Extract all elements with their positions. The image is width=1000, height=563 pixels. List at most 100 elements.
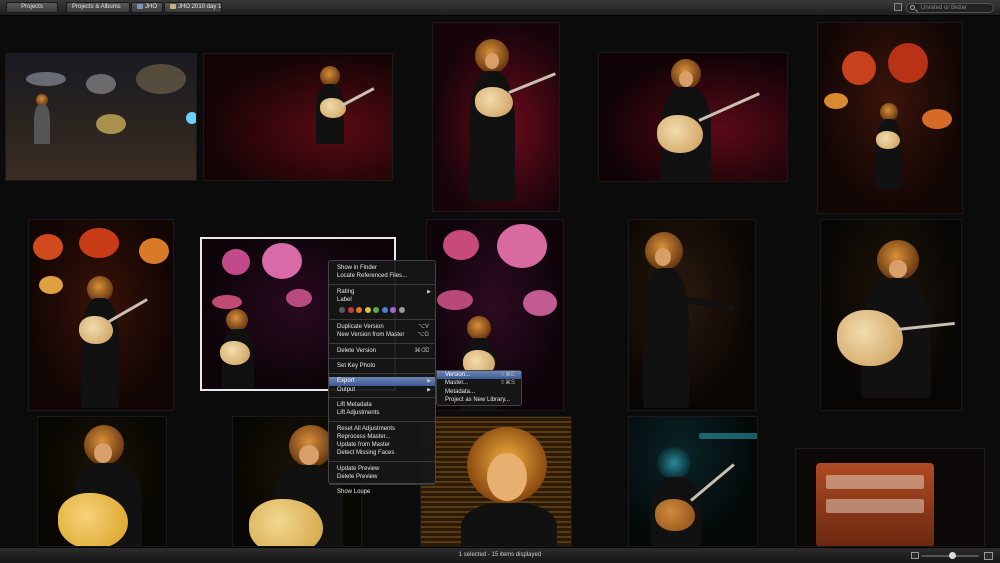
- menu-separator: [329, 319, 435, 321]
- photo-thumbnail[interactable]: [28, 219, 174, 411]
- menu-separator: [329, 358, 435, 360]
- menu-item-label: Set Key Photo: [337, 363, 376, 370]
- menu-item-new-version[interactable]: New Version from Master ⌥G: [329, 331, 435, 339]
- label-color-yellow[interactable]: [364, 307, 371, 314]
- menu-separator: [329, 484, 435, 486]
- submenu-item-metadata[interactable]: Metadata...: [437, 388, 521, 396]
- menu-item-label: Detect Missing Faces: [337, 450, 395, 457]
- label-color-picker: [329, 304, 435, 316]
- zoom-slider-knob[interactable]: [949, 552, 957, 559]
- search-icon: [910, 5, 915, 10]
- context-menu: Show in Finder Locate Referenced Files..…: [328, 260, 436, 495]
- breadcrumb-label: JHO: [145, 4, 157, 10]
- menu-item-update-preview[interactable]: Update Preview: [329, 465, 435, 473]
- photo-thumbnail[interactable]: [628, 219, 756, 411]
- status-bar: 1 selected - 15 items displayed: [0, 547, 1000, 563]
- view-toggle-icon[interactable]: [894, 3, 902, 11]
- submenu-arrow-icon: ▶: [427, 386, 431, 393]
- menu-item-detect-faces[interactable]: Detect Missing Faces: [329, 449, 435, 457]
- menu-item-label: Version...: [445, 372, 471, 378]
- label-color-red[interactable]: [347, 307, 354, 314]
- menu-shortcut: ⌥V: [418, 324, 429, 331]
- menu-item-label: Update from Master: [337, 442, 391, 449]
- menu-separator: [329, 373, 435, 375]
- breadcrumb-label: Projects: [21, 4, 43, 10]
- menu-item-delete-version[interactable]: Delete Version ⌘⌫: [329, 347, 435, 355]
- menu-item-label: Export: [337, 378, 355, 385]
- menu-item-label: Project as New Library...: [445, 396, 510, 403]
- menu-shortcut: ⇧⌘S: [499, 380, 515, 387]
- status-text: 1 selected - 15 items displayed: [458, 552, 542, 558]
- toolbar: Projects Projects & Albums JHO JHO 2010 …: [0, 0, 1000, 16]
- menu-item-duplicate-version[interactable]: Duplicate Version ⌥V: [329, 323, 435, 331]
- menu-item-label: Duplicate Version: [337, 324, 384, 331]
- submenu-arrow-icon: ▶: [427, 288, 431, 295]
- photo-thumbnail[interactable]: [203, 53, 393, 181]
- breadcrumb-projects[interactable]: Projects: [6, 2, 58, 13]
- label-color-orange[interactable]: [356, 307, 362, 314]
- folder-icon: [137, 4, 143, 9]
- menu-item-rating[interactable]: Rating ▶: [329, 288, 435, 296]
- menu-item-show-loupe[interactable]: Show Loupe: [329, 488, 435, 496]
- menu-item-lift-adjustments[interactable]: Lift Adjustments: [329, 409, 435, 417]
- menu-separator: [329, 460, 435, 462]
- photo-thumbnail[interactable]: [795, 448, 985, 547]
- breadcrumb-folder[interactable]: JHO: [131, 2, 163, 13]
- menu-separator: [329, 396, 435, 398]
- menu-item-label: Metadata...: [445, 388, 476, 395]
- menu-item-label: Lift Metadata: [337, 401, 372, 408]
- search-input[interactable]: Unrated or Better: [906, 3, 994, 13]
- menu-item-label: Delete Version: [337, 347, 377, 354]
- submenu-item-master[interactable]: Master... ⇧⌘S: [437, 379, 521, 387]
- menu-item-lift-metadata[interactable]: Lift Metadata: [329, 401, 435, 409]
- photo-thumbnail[interactable]: [5, 53, 197, 181]
- menu-item-reset-adjustments[interactable]: Reset All Adjustments: [329, 425, 435, 433]
- menu-separator: [329, 283, 435, 285]
- menu-shortcut: ⌘⌫: [414, 347, 429, 354]
- export-submenu: Version... ⇧⌘E Master... ⇧⌘S Metadata... P…: [436, 370, 522, 406]
- menu-item-locate-files[interactable]: Locate Referenced Files...: [329, 272, 435, 280]
- breadcrumb-label: JHO 2010 day 1: [178, 4, 222, 10]
- label-color-purple[interactable]: [390, 307, 396, 314]
- menu-item-label: Rating: [337, 288, 355, 295]
- menu-item-label: Update Preview: [337, 465, 380, 472]
- menu-item-label: Show Loupe: [337, 489, 371, 496]
- photo-thumbnail[interactable]: [817, 22, 963, 214]
- large-thumbnail-icon[interactable]: [984, 552, 993, 560]
- small-thumbnail-icon[interactable]: [911, 552, 919, 559]
- photo-thumbnail[interactable]: [432, 22, 560, 212]
- menu-item-delete-preview[interactable]: Delete Preview: [329, 473, 435, 481]
- breadcrumb-project[interactable]: JHO 2010 day 1: [164, 2, 222, 13]
- menu-item-label: Delete Preview: [337, 474, 378, 481]
- label-color-none[interactable]: [339, 307, 345, 314]
- menu-item-label: Output: [337, 386, 356, 393]
- menu-separator: [329, 342, 435, 344]
- breadcrumb-projects-albums[interactable]: Projects & Albums: [66, 2, 130, 13]
- menu-item-output[interactable]: Output ▶: [329, 386, 435, 394]
- photo-thumbnail[interactable]: [598, 52, 788, 182]
- menu-item-label: Reset All Adjustments: [337, 425, 396, 432]
- photo-thumbnail[interactable]: [420, 416, 572, 547]
- menu-shortcut: ⇧⌘E: [499, 372, 515, 378]
- menu-item-show-in-finder[interactable]: Show in Finder: [329, 264, 435, 272]
- menu-item-label: Show in Finder: [337, 265, 378, 271]
- submenu-item-version[interactable]: Version... ⇧⌘E: [437, 371, 521, 380]
- menu-item-reprocess-master[interactable]: Reprocess Master...: [329, 433, 435, 441]
- photo-thumbnail[interactable]: [820, 219, 962, 411]
- menu-item-update-from-master[interactable]: Update from Master: [329, 441, 435, 449]
- menu-item-set-key-photo[interactable]: Set Key Photo: [329, 362, 435, 370]
- menu-item-label: Lift Adjustments: [337, 410, 380, 417]
- menu-item-export[interactable]: Export ▶: [329, 377, 435, 386]
- photo-thumbnail[interactable]: [628, 416, 758, 547]
- label-color-gray[interactable]: [398, 307, 405, 314]
- photo-thumbnail[interactable]: [37, 416, 167, 547]
- label-color-green[interactable]: [373, 307, 379, 314]
- label-color-blue[interactable]: [381, 307, 388, 314]
- menu-item-label: Master...: [445, 380, 469, 387]
- zoom-slider[interactable]: [921, 552, 979, 559]
- menu-separator: [329, 420, 435, 422]
- menu-shortcut: ⌥G: [417, 332, 429, 339]
- submenu-arrow-icon: ▶: [427, 378, 431, 385]
- submenu-item-project-library[interactable]: Project as New Library...: [437, 396, 521, 404]
- project-icon: [170, 4, 176, 9]
